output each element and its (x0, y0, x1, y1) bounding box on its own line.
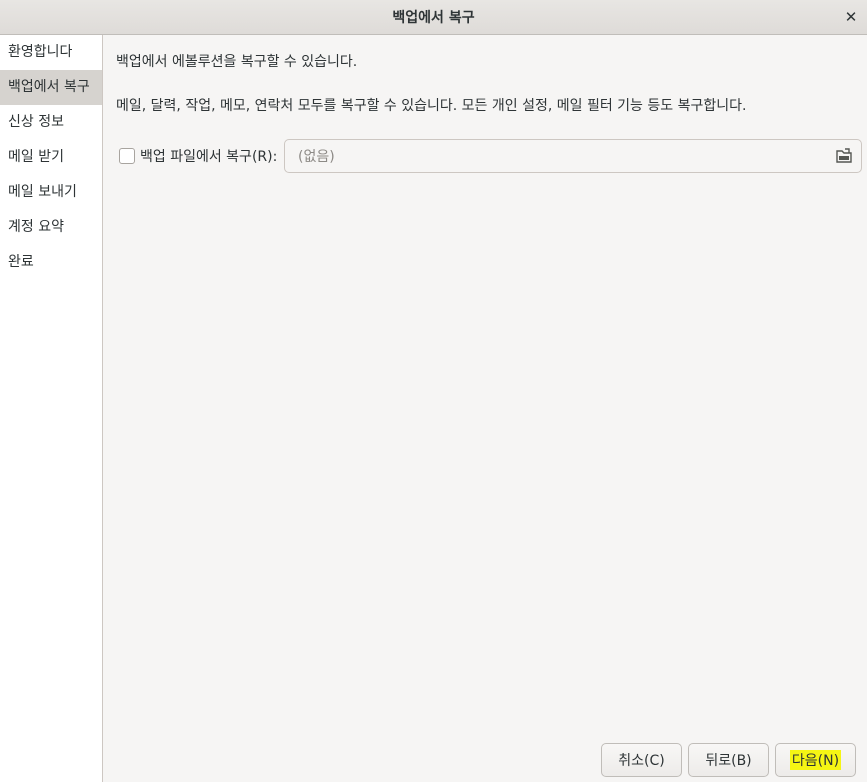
cancel-button[interactable]: 취소(C) (601, 743, 682, 777)
description-detail-text: 메일, 달력, 작업, 메모, 연락처 모두를 복구할 수 있습니다. 모든 개… (116, 98, 747, 114)
backup-file-chooser[interactable]: (없음) (284, 139, 862, 173)
main-content: 백업에서 에볼루션을 복구할 수 있습니다. 메일, 달력, 작업, 메모, 연… (103, 35, 867, 782)
sidebar-item-account-summary[interactable]: 계정 요약 (0, 210, 102, 245)
next-button-label: 다음(N) (789, 750, 842, 770)
sidebar-item-restore-from-backup[interactable]: 백업에서 복구 (0, 70, 102, 105)
next-button[interactable]: 다음(N) (775, 743, 856, 777)
sidebar: 환영합니다 백업에서 복구 신상 정보 메일 받기 메일 보내기 계정 요약 완… (0, 35, 103, 782)
file-chooser-value: (없음) (298, 149, 335, 165)
document-open-icon[interactable] (835, 148, 853, 164)
restore-from-file-label[interactable]: 백업 파일에서 복구(R): (140, 146, 277, 166)
sidebar-item-receiving-email[interactable]: 메일 받기 (0, 140, 102, 175)
sidebar-item-welcome[interactable]: 환영합니다 (0, 35, 102, 70)
close-icon[interactable]: ✕ (841, 7, 861, 27)
sidebar-item-done[interactable]: 완료 (0, 245, 102, 280)
back-button-label: 뒤로(B) (705, 753, 752, 769)
restore-from-file-row: 백업 파일에서 복구(R): (119, 139, 277, 173)
description-text: 백업에서 에볼루션을 복구할 수 있습니다. (116, 54, 358, 70)
cancel-button-label: 취소(C) (618, 753, 665, 769)
sidebar-item-sending-email[interactable]: 메일 보내기 (0, 175, 102, 210)
dialog-window: 백업에서 복구 ✕ 환영합니다 백업에서 복구 신상 정보 메일 받기 메일 보… (0, 0, 867, 782)
back-button[interactable]: 뒤로(B) (688, 743, 769, 777)
sidebar-item-identity[interactable]: 신상 정보 (0, 105, 102, 140)
window-title: 백업에서 복구 (392, 10, 475, 26)
restore-from-file-checkbox[interactable] (119, 148, 135, 164)
titlebar: 백업에서 복구 ✕ (0, 0, 867, 35)
